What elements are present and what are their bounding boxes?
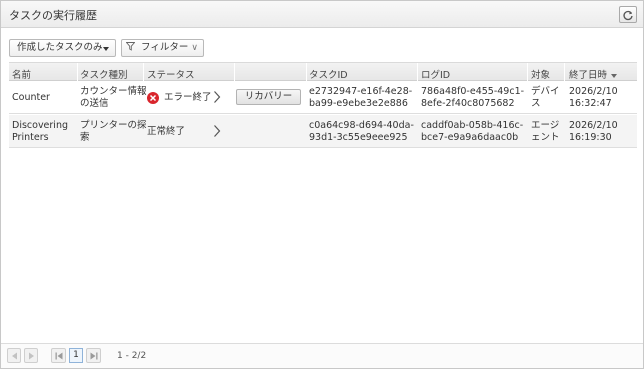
- chevron-right-icon[interactable]: [213, 124, 221, 138]
- task-scope-label: 作成したタスクのみ: [17, 42, 103, 53]
- task-type: カウンター情報 の送信: [80, 86, 147, 110]
- filter-label: フィルター: [141, 42, 189, 53]
- column-header-task-id[interactable]: タスクID: [309, 67, 348, 81]
- task-name-line: Discovering: [12, 120, 69, 131]
- panel-header: タスクの実行履歴: [1, 1, 643, 28]
- column-header-end-time[interactable]: 終了日時: [569, 67, 618, 81]
- column-header-status[interactable]: ステータス: [147, 67, 195, 81]
- log-id-line: 8efe-2f40c8075682: [421, 98, 515, 109]
- refresh-button[interactable]: [619, 6, 637, 23]
- task-id-line: c0a64c98-d694-40da-: [309, 120, 414, 131]
- column-divider: [527, 63, 528, 81]
- task-scope-dropdown[interactable]: 作成したタスクのみ: [9, 39, 116, 57]
- column-header-log-id[interactable]: ログID: [421, 67, 450, 81]
- error-icon: [147, 92, 159, 104]
- first-page-icon: [55, 352, 63, 360]
- end-date: 2026/2/10: [569, 86, 618, 97]
- column-divider: [306, 63, 307, 81]
- log-id-line: 786a48f0-e455-49c1-: [421, 86, 525, 97]
- column-divider: [564, 63, 565, 81]
- task-target-line: デバイ: [531, 86, 560, 97]
- column-divider: [143, 63, 144, 81]
- task-target: エージ ェント: [531, 120, 560, 144]
- end-datetime: 2026/2/10 16:32:47: [569, 86, 618, 110]
- recovery-button[interactable]: リカバリー: [236, 89, 301, 105]
- task-name: Discovering Printers: [12, 120, 68, 144]
- table-header: 名前 タスク種別 ステータス タスクID ログID 対象 終了日時: [9, 62, 637, 81]
- task-target: デバイ ス: [531, 86, 560, 110]
- page-title: タスクの実行履歴: [9, 9, 97, 22]
- sort-descending-icon: [611, 73, 618, 78]
- page-number-current[interactable]: 1: [69, 348, 83, 363]
- task-target-line: ス: [531, 98, 541, 109]
- column-header-name[interactable]: 名前: [12, 67, 31, 81]
- last-page-button[interactable]: [86, 348, 101, 363]
- first-page-button[interactable]: [51, 348, 66, 363]
- task-name: Counter: [12, 92, 50, 103]
- prev-button[interactable]: [7, 348, 21, 363]
- task-type-line: カウンター情報: [80, 86, 147, 97]
- end-time: 16:19:30: [569, 132, 612, 143]
- task-type-line: の送信: [80, 98, 109, 109]
- refresh-icon: [623, 10, 633, 21]
- task-id: e2732947-e16f-4e28- ba99-e9ebe3e2e886: [309, 86, 412, 110]
- next-button[interactable]: [24, 348, 38, 363]
- column-divider: [417, 63, 418, 81]
- task-history-panel: タスクの実行履歴 作成したタスクのみ フィルター ∨ 名前 タスク種別 ステータ…: [0, 0, 644, 369]
- task-name-line: Printers: [12, 132, 49, 143]
- task-type-line: プリンターの探: [80, 120, 147, 131]
- task-status: 正常終了: [147, 126, 186, 137]
- triangle-right-icon: [29, 352, 34, 360]
- triangle-left-icon: [12, 352, 17, 360]
- task-target-line: エージ: [531, 120, 560, 131]
- end-time: 16:32:47: [569, 98, 612, 109]
- filter-button[interactable]: フィルター ∨: [121, 39, 204, 57]
- end-time-header-label: 終了日時: [569, 70, 608, 81]
- task-id-line: e2732947-e16f-4e28-: [309, 86, 413, 97]
- log-id: 786a48f0-e455-49c1- 8efe-2f40c8075682: [421, 86, 524, 110]
- table-row[interactable]: Counter カウンター情報 の送信 エラー終了 リカバリー e2732947…: [9, 81, 637, 114]
- last-page-icon: [90, 352, 98, 360]
- task-id: c0a64c98-d694-40da- 93d1-3c55e9eee925: [309, 120, 414, 144]
- chevron-right-icon[interactable]: [213, 90, 221, 104]
- task-type-line: 索: [80, 132, 90, 143]
- page-range-info: 1 - 2/2: [117, 351, 147, 361]
- log-id-line: bce7-e9a9a6daac0b: [421, 132, 519, 143]
- task-type: プリンターの探 索: [80, 120, 147, 144]
- column-header-task-type[interactable]: タスク種別: [80, 67, 128, 81]
- table-row[interactable]: Discovering Printers プリンターの探 索 正常終了 c0a6…: [9, 115, 637, 148]
- column-divider: [234, 63, 235, 81]
- column-divider: [77, 63, 78, 81]
- end-date: 2026/2/10: [569, 120, 618, 131]
- log-id: caddf0ab-058b-416c- bce7-e9a9a6daac0b: [421, 120, 523, 144]
- task-target-line: ェント: [531, 132, 560, 143]
- pagination-bar: 1 1 - 2/2: [1, 343, 643, 368]
- end-datetime: 2026/2/10 16:19:30: [569, 120, 618, 144]
- log-id-line: caddf0ab-058b-416c-: [421, 120, 524, 131]
- chevron-down-icon: [103, 47, 109, 51]
- task-status: エラー終了: [164, 92, 212, 103]
- column-header-target[interactable]: 対象: [531, 67, 550, 81]
- funnel-icon: [126, 42, 135, 51]
- double-chevron-down-icon: ∨: [191, 43, 198, 53]
- task-id-line: ba99-e9ebe3e2e886: [309, 98, 408, 109]
- task-id-line: 93d1-3c55e9eee925: [309, 132, 408, 143]
